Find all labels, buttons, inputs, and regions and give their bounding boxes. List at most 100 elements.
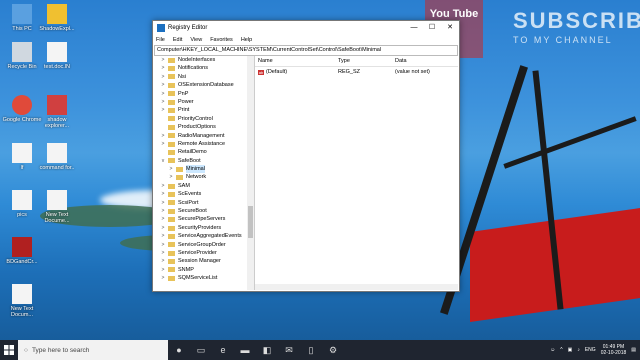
registry-tree[interactable]: > NodeInterfaces > Notifications > Nsi > OSExte… <box>154 56 255 290</box>
minimize-button[interactable]: — <box>405 21 423 35</box>
volume-icon[interactable]: ♪ <box>577 347 580 353</box>
language-indicator[interactable]: ENG <box>585 347 596 353</box>
tree-item[interactable]: > NodeInterfaces <box>154 56 254 64</box>
tree-expander-icon[interactable]: > <box>158 207 168 215</box>
desktop-icon[interactable]: New Text Docum... <box>0 284 44 318</box>
menu-edit[interactable]: Edit <box>173 37 182 43</box>
tree-item[interactable]: > OSExtensionDatabase <box>154 81 254 89</box>
tree-item[interactable]: > Network <box>154 173 254 181</box>
registry-icon[interactable]: ⚙ <box>322 340 344 360</box>
tree-expander-icon[interactable]: > <box>158 73 168 81</box>
tree-item[interactable]: > SAM <box>154 182 254 190</box>
values-pane[interactable]: Name Type Data ab (Default) REG_SZ (value… <box>255 56 458 290</box>
tree-expander-icon[interactable]: > <box>158 241 168 249</box>
clock[interactable]: 01:49 PM 02-10-2018 <box>601 344 627 356</box>
column-type[interactable]: Type <box>338 56 395 66</box>
tree-expander-icon[interactable]: > <box>158 132 168 140</box>
tree-expander-icon[interactable]: > <box>158 224 168 232</box>
tree-item[interactable]: > SQMServiceList <box>154 274 254 282</box>
tree-expander-icon[interactable]: > <box>166 173 176 181</box>
tree-expander-icon[interactable]: > <box>158 56 168 64</box>
desktop-icon[interactable]: BDGandCr... <box>0 237 44 265</box>
tree-expander-icon[interactable]: > <box>158 274 168 282</box>
column-name[interactable]: Name <box>255 56 338 66</box>
tree-item[interactable]: > ServiceAggregatedEvents <box>154 232 254 240</box>
microphone-icon[interactable]: ● <box>168 340 190 360</box>
tree-item[interactable]: > SecurityProviders <box>154 224 254 232</box>
people-icon[interactable]: ☺ <box>550 347 555 353</box>
tree-item[interactable]: RetailDemo <box>154 148 254 156</box>
tree-item[interactable]: > RadioManagement <box>154 132 254 140</box>
tree-expander-icon[interactable]: v <box>158 157 168 165</box>
tree-item[interactable]: > ScsiPort <box>154 199 254 207</box>
tree-expander-icon[interactable]: > <box>166 165 176 173</box>
title-bar[interactable]: Registry Editor — ☐ ✕ <box>153 21 459 35</box>
tree-expander-icon[interactable]: > <box>158 190 168 198</box>
tree-item[interactable]: ProductOptions <box>154 123 254 131</box>
mail-icon[interactable]: ✉ <box>278 340 300 360</box>
edge-icon[interactable]: e <box>212 340 234 360</box>
tree-expander-icon[interactable]: > <box>158 90 168 98</box>
address-bar[interactable]: Computer\HKEY_LOCAL_MACHINE\SYSTEM\Curre… <box>154 45 458 56</box>
store-icon[interactable]: ◧ <box>256 340 278 360</box>
tablet-icon[interactable]: ▯ <box>300 340 322 360</box>
tree-item[interactable]: > SecureBoot <box>154 207 254 215</box>
tree-expander-icon[interactable]: > <box>158 140 168 148</box>
network-icon[interactable]: ▣ <box>568 347 573 353</box>
tree-item[interactable]: > Power <box>154 98 254 106</box>
maximize-button[interactable]: ☐ <box>423 21 441 35</box>
values-horizontal-scrollbar[interactable] <box>255 284 458 290</box>
tree-item[interactable]: > ServiceProvider <box>154 249 254 257</box>
tree-item[interactable]: > Print <box>154 106 254 114</box>
tree-item[interactable]: v SafeBoot <box>154 157 254 165</box>
registry-editor-window[interactable]: Registry Editor — ☐ ✕ File Edit View Fav… <box>152 20 460 292</box>
tree-expander-icon[interactable]: > <box>158 266 168 274</box>
tree-scroll-thumb[interactable] <box>248 206 253 238</box>
tree-item[interactable]: > Minimal <box>154 165 254 174</box>
desktop-icon[interactable]: test.doc.lN <box>35 42 79 70</box>
tree-scrollbar[interactable] <box>247 56 254 290</box>
tree-expander-icon[interactable]: > <box>158 232 168 240</box>
start-button[interactable] <box>0 340 18 360</box>
menu-view[interactable]: View <box>190 37 202 43</box>
tree-expander-icon[interactable]: > <box>158 98 168 106</box>
tree-item[interactable]: > PnP <box>154 90 254 98</box>
taskbar-search-box[interactable]: ○ Type here to search <box>18 340 168 360</box>
tree-item[interactable]: > SNMP <box>154 266 254 274</box>
tree-expander-icon[interactable]: > <box>158 182 168 190</box>
tree-item[interactable]: > ServiceGroupOrder <box>154 241 254 249</box>
close-button[interactable]: ✕ <box>441 21 459 35</box>
tree-item[interactable]: > Notifications <box>154 64 254 72</box>
desktop-icon[interactable]: New Text Docume... <box>35 190 79 224</box>
file-explorer-icon[interactable]: ▬ <box>234 340 256 360</box>
values-header: Name Type Data <box>255 56 458 67</box>
tree-item-label: OSExtensionDatabase <box>178 82 234 89</box>
desktop-icon[interactable]: ShadowExpl... <box>35 4 79 32</box>
tree-item[interactable]: > Nsi <box>154 73 254 81</box>
tree-item[interactable]: > SecurePipeServers <box>154 215 254 223</box>
tree-expander-icon[interactable]: > <box>158 249 168 257</box>
tree-expander-icon[interactable]: > <box>158 64 168 72</box>
chevron-up-icon[interactable]: ^ <box>560 347 562 353</box>
desktop-icon[interactable]: command for.. <box>35 143 79 171</box>
tree-expander-icon[interactable]: > <box>158 81 168 89</box>
tree-expander-icon[interactable]: > <box>158 215 168 223</box>
column-data[interactable]: Data <box>395 56 458 66</box>
menu-help[interactable]: Help <box>241 37 252 43</box>
tree-expander-icon[interactable]: > <box>158 257 168 265</box>
value-row[interactable]: ab (Default) REG_SZ (value not set) <box>255 67 458 77</box>
tree-expander-icon[interactable]: > <box>158 199 168 207</box>
menu-file[interactable]: File <box>156 37 165 43</box>
tree-item[interactable]: > ScEvents <box>154 190 254 198</box>
desktop-icon[interactable]: shadow explorer... <box>35 95 79 129</box>
menu-favorites[interactable]: Favorites <box>210 37 233 43</box>
desktop-icon-label: BDGandCr... <box>6 259 38 265</box>
tree-item-label: SQMServiceList <box>178 275 218 282</box>
tree-item[interactable]: > Session Manager <box>154 257 254 265</box>
task-view-icon[interactable]: ▭ <box>190 340 212 360</box>
notification-icon[interactable]: ▤ <box>631 347 636 353</box>
tree-expander-icon[interactable]: > <box>158 106 168 114</box>
tree-item[interactable]: PriorityControl <box>154 115 254 123</box>
folder-icon <box>168 57 175 63</box>
tree-item[interactable]: > Remote Assistance <box>154 140 254 148</box>
